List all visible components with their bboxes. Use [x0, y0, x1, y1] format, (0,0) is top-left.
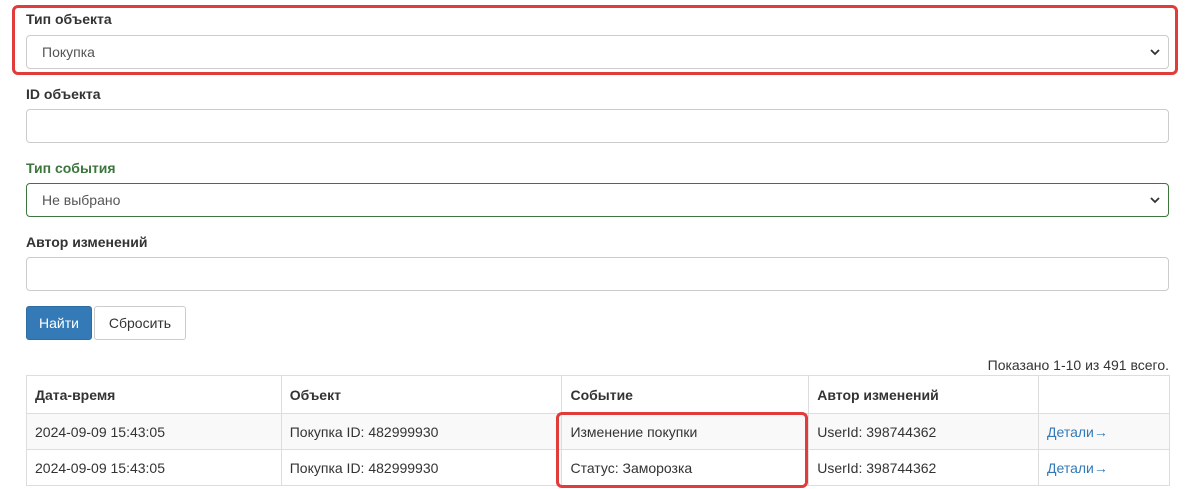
highlight-event-column [556, 412, 808, 488]
cell-datetime: 2024-09-09 15:43:05 [26, 413, 282, 450]
cell-object: Покупка ID: 482999930 [280, 413, 563, 450]
column-header-actions [1038, 375, 1170, 414]
cell-actions: Детали→ [1038, 413, 1170, 450]
cell-actions: Детали→ [1038, 449, 1170, 486]
chevron-down-icon [1150, 197, 1160, 204]
column-header-datetime: Дата-время [26, 375, 282, 414]
object-id-label: ID объекта [26, 86, 101, 102]
column-header-object: Объект [280, 375, 563, 414]
author-input[interactable] [26, 257, 1169, 291]
object-id-input[interactable] [26, 109, 1169, 143]
details-link[interactable]: Детали→ [1047, 424, 1108, 440]
event-type-value: Не выбрано [42, 192, 121, 208]
results-summary: Показано 1-10 из 491 всего. [987, 357, 1169, 373]
reset-button[interactable]: Сбросить [94, 306, 186, 340]
column-header-event: Событие [561, 375, 810, 414]
details-link[interactable]: Детали→ [1047, 460, 1108, 476]
cell-datetime: 2024-09-09 15:43:05 [26, 449, 282, 486]
cell-object: Покупка ID: 482999930 [280, 449, 563, 486]
event-type-label: Тип события [26, 160, 116, 176]
cell-author: UserId: 398744362 [808, 413, 1040, 450]
column-header-author: Автор изменений [808, 375, 1040, 414]
highlight-object-type [12, 5, 1178, 75]
find-button[interactable]: Найти [26, 306, 92, 340]
cell-author: UserId: 398744362 [808, 449, 1040, 486]
table-header-row: Дата-время Объект Событие Автор изменени… [26, 375, 1170, 414]
event-type-select[interactable]: Не выбрано [26, 183, 1169, 217]
author-label: Автор изменений [26, 234, 148, 250]
